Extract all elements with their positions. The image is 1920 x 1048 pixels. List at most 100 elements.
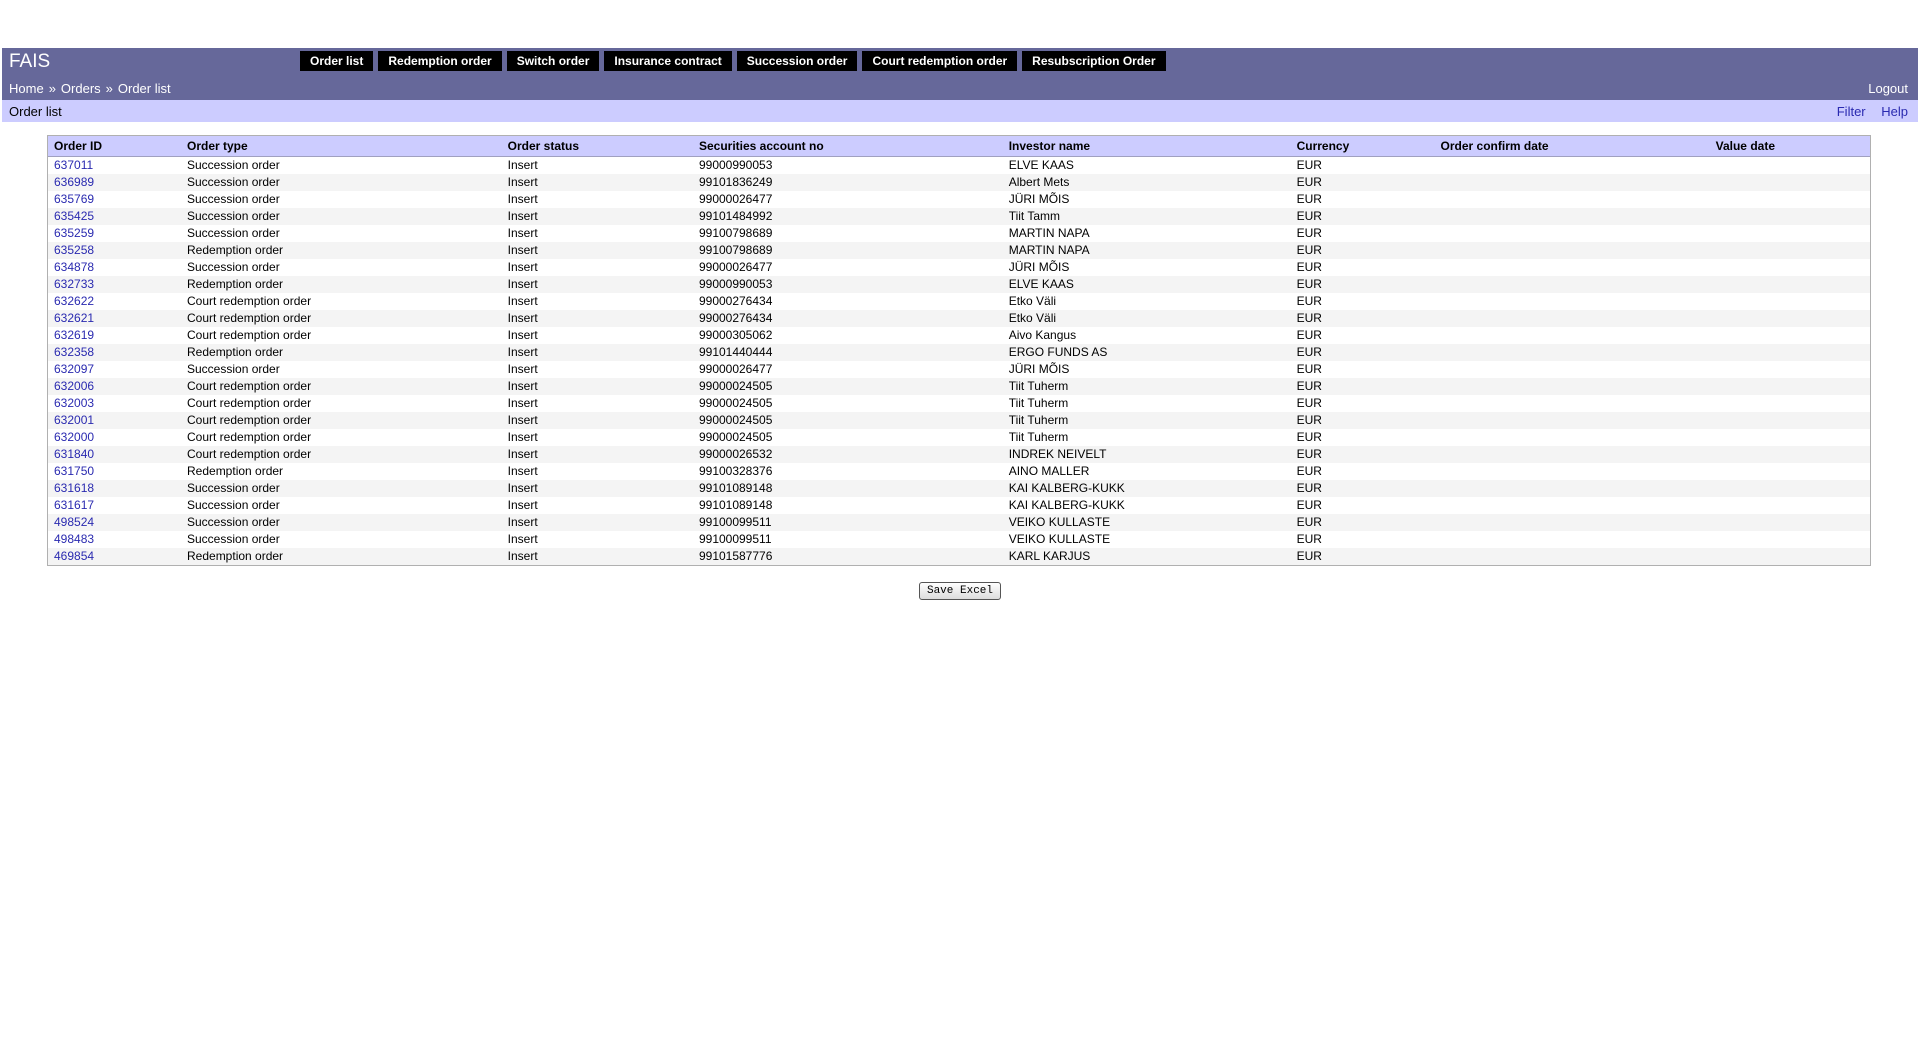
investor-name-cell: KAI KALBERG-KUKK	[1008, 498, 1125, 512]
order-id-link[interactable]: 632003	[48, 395, 181, 412]
order-status-cell: Insert	[501, 378, 693, 395]
value-date-cell	[1709, 344, 1870, 361]
order-type-cell: Redemption order	[187, 464, 284, 478]
order-id-link[interactable]: 498524	[48, 514, 181, 531]
order-status-cell: Insert	[507, 430, 538, 444]
breadcrumb-item-orders[interactable]: Orders	[61, 81, 101, 96]
securities-account-cell: 99000990053	[698, 158, 773, 172]
currency-cell: EUR	[1296, 396, 1322, 410]
securities-account-cell: 99000024505	[692, 412, 1003, 429]
table-row: 632003 Court redemption order Insert 990000…	[48, 395, 1870, 412]
value-date-cell	[1710, 531, 1870, 548]
order-id-link[interactable]: 635258	[48, 242, 181, 259]
nav-button-redemption-order[interactable]: Redemption order	[378, 51, 502, 71]
value-date-cell	[1709, 378, 1870, 395]
value-date-cell	[1709, 276, 1870, 293]
nav-button-order-list[interactable]: Order list	[300, 51, 374, 71]
order-status-cell: Insert	[501, 344, 693, 361]
order-id-link[interactable]: 632622	[48, 293, 181, 310]
order-id-link[interactable]: 632733	[48, 276, 181, 293]
logout-link[interactable]: Logout	[1868, 81, 1908, 96]
column-header-order-type: Order type	[181, 136, 502, 157]
filter-link[interactable]: Filter	[1837, 104, 1866, 119]
currency-cell: EUR	[1290, 242, 1435, 259]
order-id-link[interactable]: 636989	[48, 174, 181, 191]
order-status-cell: Insert	[501, 480, 693, 497]
value-date-cell	[1710, 429, 1870, 446]
securities-account-cell: 99100099511	[692, 514, 1003, 531]
page-subbar: Order list Filter Help	[2, 100, 1918, 122]
securities-account-cell: 99000024505	[698, 430, 773, 444]
order-id-link[interactable]: 632006	[48, 378, 181, 395]
currency-cell: EUR	[1290, 174, 1435, 191]
order-confirm-date-cell	[1434, 242, 1710, 259]
table-row: 631750 Redemption order Insert 99100328376 A…	[48, 463, 1870, 480]
column-header-value-date: Value date	[1709, 136, 1870, 157]
order-status-cell: Insert	[501, 514, 693, 531]
order-id-link[interactable]: 637011	[48, 157, 181, 175]
order-status-cell: Insert	[507, 464, 538, 478]
securities-account-cell: 99100328376	[698, 464, 773, 478]
order-status-cell: Insert	[507, 294, 538, 308]
order-id-link[interactable]: 469854	[48, 548, 181, 565]
order-type-cell: Succession order	[181, 514, 502, 531]
order-id-link[interactable]: 632001	[48, 412, 181, 429]
help-link[interactable]: Help	[1881, 104, 1908, 119]
table-header-row: Order ID Order type Order status Securities…	[48, 136, 1870, 157]
investor-name-cell: Albert Mets	[1002, 174, 1291, 191]
order-status-cell: Insert	[507, 498, 538, 512]
order-type-cell: Succession order	[181, 208, 502, 225]
value-date-cell	[1709, 548, 1870, 565]
order-id-link[interactable]: 635769	[48, 191, 181, 208]
order-type-cell: Redemption order	[181, 242, 502, 259]
order-id-link[interactable]: 498483	[48, 531, 181, 548]
securities-account-cell: 99000026477	[698, 192, 773, 206]
table-row: 632000 Court redemption order Insert 990000…	[48, 429, 1870, 446]
save-excel-button[interactable]: Save Excel	[918, 582, 1001, 600]
investor-name-cell: INDREK NEIVELT	[1002, 446, 1291, 463]
nav-button-switch-order[interactable]: Switch order	[506, 51, 600, 71]
order-confirm-date-cell	[1434, 378, 1710, 395]
order-type-cell: Court redemption order	[187, 328, 312, 342]
order-id-link[interactable]: 632097	[48, 361, 181, 378]
order-id-link[interactable]: 632619	[48, 327, 181, 344]
column-header-order-status: Order status	[501, 136, 693, 157]
breadcrumb-item-home[interactable]: Home	[9, 81, 44, 96]
investor-name-cell: AINO MALLER	[1008, 464, 1090, 478]
order-id-link[interactable]: 632000	[48, 429, 181, 446]
investor-name-cell: Tiit Tuherm	[1008, 430, 1069, 444]
order-id-link[interactable]: 632358	[48, 344, 181, 361]
order-id-link[interactable]: 634878	[48, 259, 181, 276]
order-type-cell: Court redemption order	[181, 446, 502, 463]
table-row: 635258 Redemption order Insert 99100798689 M…	[48, 242, 1870, 259]
value-date-cell	[1710, 191, 1870, 208]
order-id-link[interactable]: 635425	[48, 208, 181, 225]
order-id-link[interactable]: 631617	[48, 497, 181, 514]
order-type-cell: Succession order	[187, 158, 280, 172]
value-date-cell	[1710, 361, 1870, 378]
order-id-link[interactable]: 635259	[48, 225, 181, 242]
currency-cell: EUR	[1296, 260, 1322, 274]
nav-button-insurance-contract[interactable]: Insurance contract	[604, 51, 732, 71]
securities-account-cell: 99000276434	[692, 310, 1003, 327]
currency-cell: EUR	[1296, 430, 1322, 444]
order-id-link[interactable]: 631750	[48, 463, 181, 480]
table-row: 498524 Succession order Insert 99100099511 V…	[48, 514, 1870, 531]
order-id-link[interactable]: 631840	[48, 446, 181, 463]
currency-cell: EUR	[1290, 378, 1435, 395]
order-confirm-date-cell	[1434, 174, 1710, 191]
nav-button-succession-order[interactable]: Succession order	[736, 51, 858, 71]
currency-cell: EUR	[1296, 158, 1322, 172]
nav-button-resubscription-order[interactable]: Resubscription Order	[1022, 51, 1166, 71]
nav-button-court-redemption-order[interactable]: Court redemption order	[862, 51, 1018, 71]
order-confirm-date-cell	[1435, 191, 1710, 208]
breadcrumb-item-order-list[interactable]: Order list	[118, 81, 171, 96]
currency-cell: EUR	[1290, 208, 1435, 225]
order-id-link[interactable]: 632621	[48, 310, 181, 327]
value-date-cell	[1710, 497, 1870, 514]
currency-cell: EUR	[1290, 276, 1435, 293]
order-confirm-date-cell	[1435, 429, 1710, 446]
order-id-link[interactable]: 631618	[48, 480, 181, 497]
order-type-cell: Court redemption order	[187, 430, 312, 444]
breadcrumb-separator: »	[48, 81, 56, 96]
